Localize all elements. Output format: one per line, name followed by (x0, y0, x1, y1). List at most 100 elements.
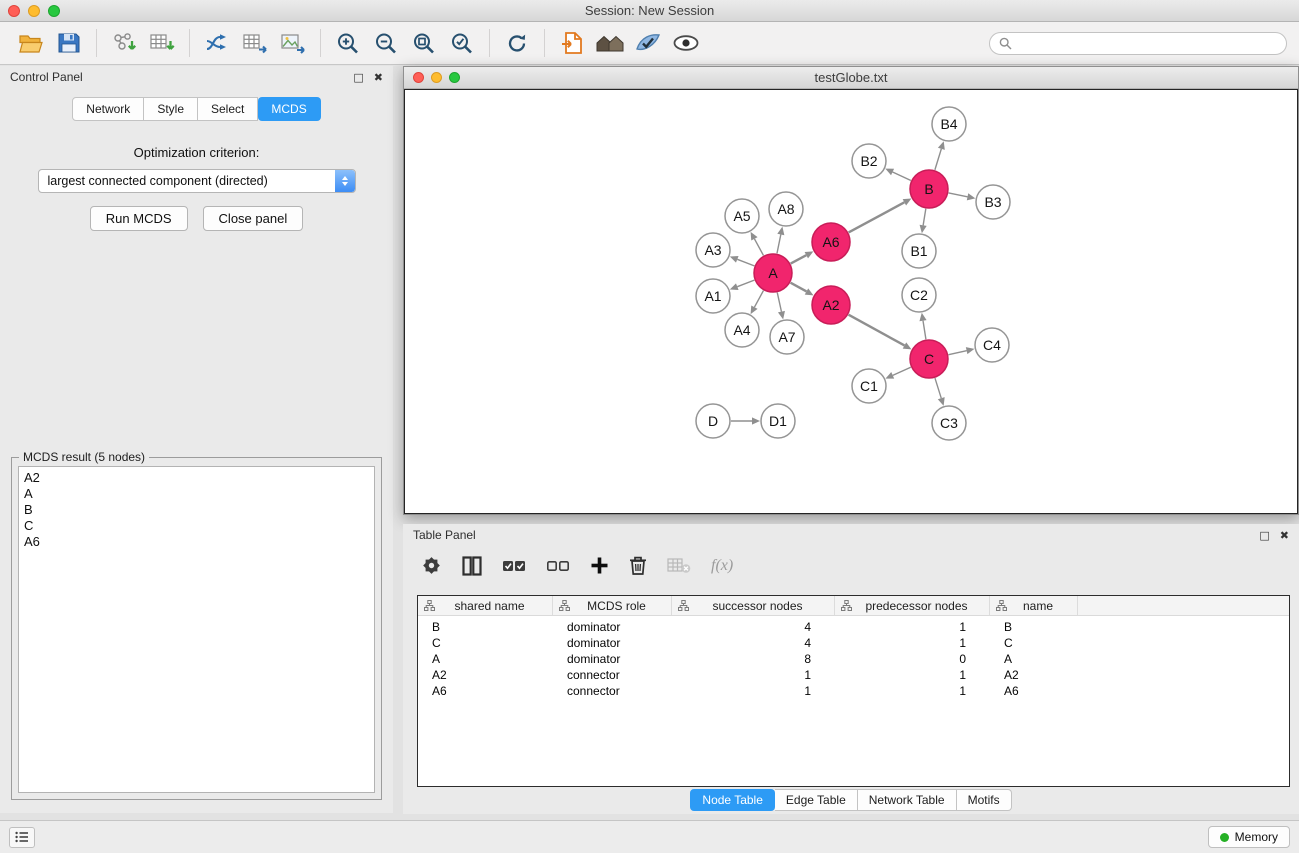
edge-B-B2[interactable] (885, 169, 911, 181)
column-header-predecessor-nodes[interactable]: predecessor nodes (835, 596, 990, 615)
minimize-window-button[interactable] (28, 5, 40, 17)
edge-A2-C[interactable] (849, 315, 912, 350)
node-B4[interactable]: B4 (932, 107, 966, 141)
search-input[interactable] (1017, 36, 1277, 50)
network-minimize-button[interactable] (431, 72, 442, 83)
task-history-button[interactable] (9, 827, 35, 848)
edge-A-A6[interactable] (791, 251, 814, 263)
show-hide-button[interactable] (667, 26, 705, 60)
optimization-criterion-dropdown[interactable]: largest connected component (directed) (38, 169, 356, 193)
column-header-name[interactable]: name (990, 596, 1078, 615)
close-window-button[interactable] (8, 5, 20, 17)
edge-B-B4[interactable] (935, 141, 945, 170)
edge-A6-B[interactable] (849, 199, 912, 233)
apply-layout-button[interactable] (498, 26, 536, 60)
table-settings-button[interactable] (421, 555, 442, 576)
result-item[interactable]: A2 (24, 470, 369, 486)
node-A[interactable]: A (754, 254, 792, 292)
first-neighbors-button[interactable] (591, 26, 629, 60)
tab-motifs[interactable]: Motifs (957, 789, 1012, 811)
column-header-shared-name[interactable]: shared name (418, 596, 553, 615)
mcds-result-list[interactable]: A2ABCA6 (18, 466, 375, 793)
column-header-mcds-role[interactable]: MCDS role (553, 596, 672, 615)
result-item[interactable]: A6 (24, 534, 369, 550)
show-panel-button[interactable] (553, 26, 591, 60)
node-A4[interactable]: A4 (725, 313, 759, 347)
node-A7[interactable]: A7 (770, 320, 804, 354)
network-zoom-button[interactable] (449, 72, 460, 83)
node-B3[interactable]: B3 (976, 185, 1010, 219)
close-panel-button[interactable]: ✖ (374, 72, 383, 83)
network-close-button[interactable] (413, 72, 424, 83)
result-item[interactable]: C (24, 518, 369, 534)
search-box[interactable] (989, 32, 1287, 55)
result-item[interactable]: B (24, 502, 369, 518)
tab-select[interactable]: Select (198, 97, 258, 121)
node-A3[interactable]: A3 (696, 233, 730, 267)
style-check-button[interactable] (629, 26, 667, 60)
zoom-fit-button[interactable] (405, 26, 443, 60)
edge-A-A7[interactable] (777, 293, 785, 320)
zoom-in-button[interactable] (329, 26, 367, 60)
import-table-button[interactable] (143, 26, 181, 60)
network-canvas[interactable]: B4B2BB3A8A5A6A3B1AC2A1A2A4A7C4CC1DD1C3 (404, 89, 1298, 514)
node-D1[interactable]: D1 (761, 404, 795, 438)
node-A8[interactable]: A8 (769, 192, 803, 226)
edge-A-A4[interactable] (751, 291, 764, 315)
save-session-button[interactable] (50, 26, 88, 60)
edge-A-A1[interactable] (730, 280, 755, 290)
zoom-window-button[interactable] (48, 5, 60, 17)
float-table-panel-button[interactable]: □ (1259, 530, 1269, 541)
tab-network-table[interactable]: Network Table (858, 789, 957, 811)
node-B[interactable]: B (910, 170, 948, 208)
table-row[interactable]: Cdominator41C (418, 635, 1289, 651)
zoom-out-button[interactable] (367, 26, 405, 60)
node-B1[interactable]: B1 (902, 234, 936, 268)
edge-C-C2[interactable] (919, 313, 926, 339)
tab-edge-table[interactable]: Edge Table (775, 789, 858, 811)
select-all-columns-button[interactable] (502, 557, 526, 575)
edge-A-A5[interactable] (751, 232, 764, 256)
edge-A-A8[interactable] (777, 227, 784, 254)
export-table-button[interactable] (236, 26, 274, 60)
table-row[interactable]: A6connector11A6 (418, 683, 1289, 699)
node-table[interactable]: shared nameMCDS rolesuccessor nodesprede… (417, 595, 1290, 787)
node-C4[interactable]: C4 (975, 328, 1009, 362)
zoom-selected-button[interactable] (443, 26, 481, 60)
export-image-button[interactable] (274, 26, 312, 60)
node-C3[interactable]: C3 (932, 406, 966, 440)
deselect-all-columns-button[interactable] (546, 557, 570, 575)
table-row[interactable]: Adominator80A (418, 651, 1289, 667)
run-mcds-button[interactable]: Run MCDS (90, 206, 188, 231)
result-item[interactable]: A (24, 486, 369, 502)
edge-B-B1[interactable] (920, 209, 927, 233)
edge-D-D1[interactable] (731, 417, 760, 424)
table-row[interactable]: A2connector11A2 (418, 667, 1289, 683)
edge-C-C3[interactable] (935, 378, 945, 406)
tab-node-table[interactable]: Node Table (690, 789, 775, 811)
float-panel-button[interactable]: □ (353, 72, 363, 83)
node-A2[interactable]: A2 (812, 286, 850, 324)
node-A6[interactable]: A6 (812, 223, 850, 261)
table-row[interactable]: Bdominator41B (418, 619, 1289, 635)
open-session-button[interactable] (12, 26, 50, 60)
close-panel-action-button[interactable]: Close panel (203, 206, 304, 231)
function-builder-button[interactable]: f(x) (711, 557, 733, 575)
edge-B-B3[interactable] (949, 193, 976, 200)
tab-mcds[interactable]: MCDS (258, 97, 320, 121)
tab-style[interactable]: Style (144, 97, 198, 121)
close-table-panel-button[interactable]: ✖ (1280, 530, 1289, 541)
memory-button[interactable]: Memory (1208, 826, 1290, 848)
node-D[interactable]: D (696, 404, 730, 438)
delete-column-button[interactable] (629, 555, 647, 576)
show-columns-button[interactable] (462, 556, 482, 576)
edge-C-C4[interactable] (949, 347, 975, 355)
node-A1[interactable]: A1 (696, 279, 730, 313)
node-A5[interactable]: A5 (725, 199, 759, 233)
node-B2[interactable]: B2 (852, 144, 886, 178)
column-header-successor-nodes[interactable]: successor nodes (672, 596, 835, 615)
node-C2[interactable]: C2 (902, 278, 936, 312)
create-column-button[interactable] (590, 556, 609, 575)
edge-A-A3[interactable] (730, 256, 755, 266)
node-C1[interactable]: C1 (852, 369, 886, 403)
